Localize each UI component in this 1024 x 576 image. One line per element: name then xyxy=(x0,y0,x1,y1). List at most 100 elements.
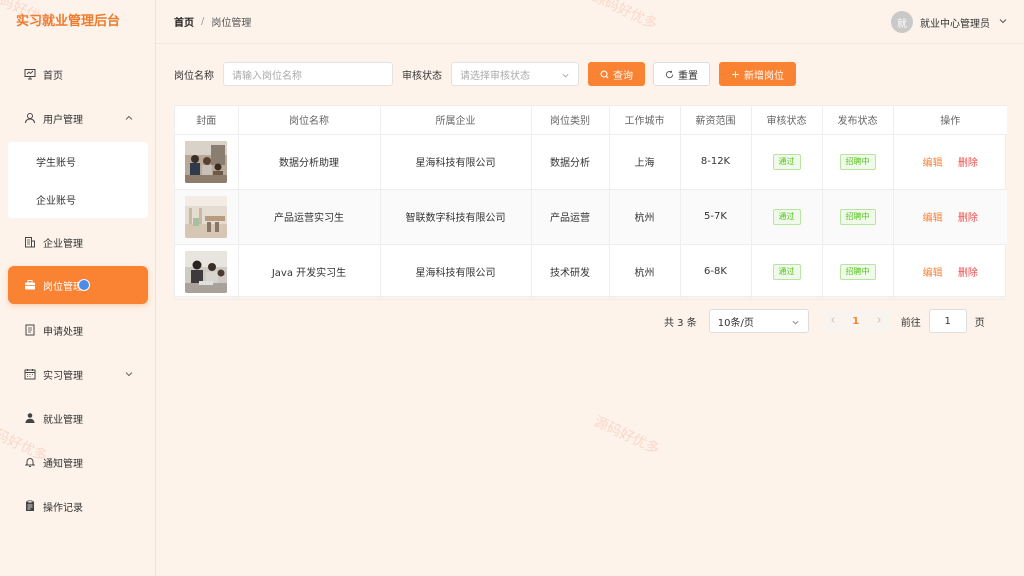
reset-button-label: 重置 xyxy=(678,70,698,82)
chevron-down-icon xyxy=(561,71,570,83)
submenu-item-company-accounts[interactable]: 企业账号 xyxy=(8,180,148,218)
query-button-label: 查询 xyxy=(613,70,633,82)
user-icon xyxy=(24,112,36,124)
reset-button[interactable]: 重置 xyxy=(653,62,710,86)
delete-button[interactable]: 删除 xyxy=(958,268,978,279)
table-header-row: 封面 岗位名称 所属企业 岗位类别 工作城市 薪资范围 审核状态 发布状态 操作 xyxy=(175,106,1007,135)
table-row: 数据分析助理 星海科技有限公司 数据分析 上海 8-12K 通过 招聘中 编辑 … xyxy=(175,134,1007,190)
sidebar-item-companies[interactable]: 企业管理 xyxy=(8,223,148,261)
user-name: 就业中心管理员 xyxy=(920,18,990,30)
chevron-up-icon xyxy=(124,113,134,123)
page-nav: 1 xyxy=(820,309,891,333)
prev-page-button[interactable] xyxy=(829,316,837,327)
users-submenu: 学生账号 企业账号 xyxy=(8,142,148,218)
actions-cell: 编辑 删除 xyxy=(893,189,1007,245)
sidebar-item-home[interactable]: 首页 xyxy=(8,55,148,93)
status-badge: 招聘中 xyxy=(839,208,876,225)
avatar: 就 xyxy=(891,11,913,33)
user-menu[interactable]: 就 就业中心管理员 xyxy=(891,11,1008,33)
edit-button[interactable]: 编辑 xyxy=(923,158,943,169)
sidebar-item-label: 操作记录 xyxy=(43,502,83,514)
sidebar-item-internships[interactable]: 实习管理 xyxy=(8,355,148,393)
job-name-label: 岗位名称 xyxy=(174,70,214,82)
sidebar-item-label: 通知管理 xyxy=(43,458,83,470)
edit-button[interactable]: 编辑 xyxy=(923,213,943,224)
salary-cell: 5-7K xyxy=(680,189,752,245)
status-badge: 招聘中 xyxy=(839,263,876,280)
chevron-down-icon xyxy=(124,369,134,379)
salary-cell: 8-12K xyxy=(680,134,752,190)
monitor-icon xyxy=(24,68,36,80)
sidebar-item-notifications[interactable]: 通知管理 xyxy=(8,443,148,481)
breadcrumb-home[interactable]: 首页 xyxy=(174,14,194,29)
sidebar-item-jobs[interactable]: 岗位管理 xyxy=(8,266,148,304)
query-button[interactable]: 查询 xyxy=(588,62,645,86)
cover-cell xyxy=(175,244,239,300)
person-icon xyxy=(24,412,36,424)
edit-button[interactable]: 编辑 xyxy=(923,268,943,279)
add-job-button[interactable]: 新增岗位 xyxy=(719,62,796,86)
table-row: Java 开发实习生 星海科技有限公司 技术研发 杭州 6-8K 通过 招聘中 … xyxy=(175,244,1007,300)
status-badge: 招聘中 xyxy=(839,153,876,170)
job-name-cell: 数据分析助理 xyxy=(238,134,381,190)
sidebar: 实习就业管理后台 首页 用户管理 学生账号 企业账号 企业管理 岗位管理 申请处… xyxy=(0,0,156,576)
sidebar-item-label: 实习管理 xyxy=(43,370,83,382)
add-job-button-label: 新增岗位 xyxy=(744,70,784,82)
cover-cell xyxy=(175,134,239,190)
submenu-item-student-accounts[interactable]: 学生账号 xyxy=(8,142,148,180)
company-cell: 智联数字科技有限公司 xyxy=(380,189,532,245)
table-row: 产品运营实习生 智联数字科技有限公司 产品运营 杭州 5-7K 通过 招聘中 编… xyxy=(175,189,1007,245)
sidebar-item-applications[interactable]: 申请处理 xyxy=(8,311,148,349)
search-form: 岗位名称 请输入岗位名称 审核状态 请选择审核状态 查询 重置 新增岗位 xyxy=(174,62,796,86)
plus-icon xyxy=(731,70,740,79)
column-header: 岗位名称 xyxy=(238,106,381,135)
sidebar-item-employment[interactable]: 就业管理 xyxy=(8,399,148,437)
status-badge: 通过 xyxy=(772,208,801,225)
column-header: 操作 xyxy=(893,106,1007,135)
sidebar-item-users[interactable]: 用户管理 xyxy=(8,99,148,137)
status-badge: 通过 xyxy=(772,263,801,280)
cover-image xyxy=(185,140,228,183)
next-page-button[interactable] xyxy=(875,316,883,327)
refresh-icon xyxy=(665,70,674,79)
column-header: 工作城市 xyxy=(609,106,681,135)
cover-image xyxy=(185,250,228,293)
page-size-value: 10条/页 xyxy=(717,317,754,329)
page-size-select[interactable]: 10条/页 xyxy=(708,309,809,333)
salary-cell: 6-8K xyxy=(680,244,752,300)
city-cell: 杭州 xyxy=(609,189,681,245)
submenu-item-label: 学生账号 xyxy=(36,157,76,169)
submenu-item-label: 企业账号 xyxy=(36,195,76,207)
chevron-down-icon xyxy=(791,318,800,330)
column-header: 薪资范围 xyxy=(680,106,752,135)
status-badge: 通过 xyxy=(772,153,801,170)
delete-button[interactable]: 删除 xyxy=(958,213,978,224)
job-table: 封面 岗位名称 所属企业 岗位类别 工作城市 薪资范围 审核状态 发布状态 操作… xyxy=(174,105,1007,300)
goto-page-value: 1 xyxy=(944,315,951,327)
audit-status-cell: 通过 xyxy=(751,189,823,245)
publish-status-cell: 招聘中 xyxy=(822,244,894,300)
category-cell: 数据分析 xyxy=(531,134,610,190)
publish-status-cell: 招聘中 xyxy=(822,134,894,190)
clipboard-icon xyxy=(24,500,36,512)
job-name-input[interactable]: 请输入岗位名称 xyxy=(223,62,393,86)
category-cell: 产品运营 xyxy=(531,189,610,245)
sidebar-item-logs[interactable]: 操作记录 xyxy=(8,487,148,525)
delete-button[interactable]: 删除 xyxy=(958,158,978,169)
job-name-placeholder: 请输入岗位名称 xyxy=(232,70,302,82)
goto-unit: 页 xyxy=(974,317,985,329)
chevron-left-icon xyxy=(830,316,835,323)
audit-status-placeholder: 请选择审核状态 xyxy=(460,70,530,82)
cursor-dot-icon xyxy=(78,279,90,291)
sidebar-item-label: 岗位管理 xyxy=(43,281,83,293)
briefcase-icon xyxy=(24,279,36,291)
goto-label: 前往 xyxy=(900,317,921,329)
city-cell: 上海 xyxy=(609,134,681,190)
goto-page-input[interactable]: 1 xyxy=(928,309,967,333)
audit-status-select[interactable]: 请选择审核状态 xyxy=(451,62,579,86)
job-name-cell: 产品运营实习生 xyxy=(238,189,381,245)
page-number-current[interactable]: 1 xyxy=(852,316,859,327)
category-cell: 技术研发 xyxy=(531,244,610,300)
cover-cell xyxy=(175,189,239,245)
breadcrumb-current: 岗位管理 xyxy=(211,18,252,29)
